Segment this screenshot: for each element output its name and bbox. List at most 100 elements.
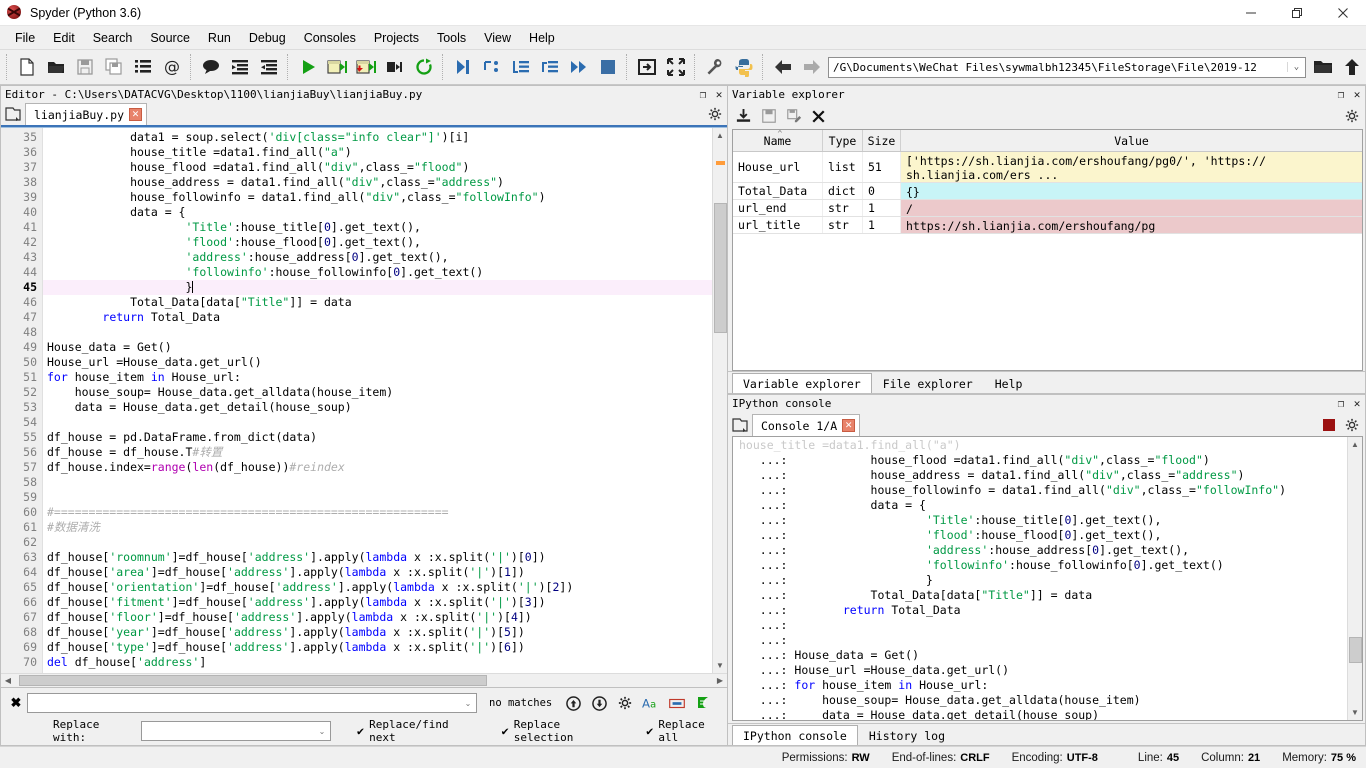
code-line[interactable]: Total_Data[data["Title"]] = data (43, 295, 712, 310)
menu-help[interactable]: Help (520, 27, 564, 49)
column-header-size[interactable]: Size (863, 130, 901, 151)
code-line[interactable] (43, 490, 712, 505)
editor-horizontal-scrollbar[interactable]: ◀ ▶ (1, 673, 727, 687)
open-file-icon[interactable] (41, 52, 70, 83)
unindent-icon[interactable] (225, 52, 254, 83)
save-all-icon[interactable] (99, 52, 128, 83)
find-options-gear-icon[interactable] (612, 693, 638, 713)
console-tab-1a[interactable]: Console 1/A ✕ (752, 414, 861, 436)
tab-help[interactable]: Help (984, 373, 1034, 393)
editor-hscroll-track[interactable] (15, 674, 713, 688)
console-vertical-scrollbar[interactable]: ▲ ▼ (1347, 437, 1362, 720)
menu-tools[interactable]: Tools (428, 27, 475, 49)
code-line[interactable]: House_url =House_data.get_url() (43, 355, 712, 370)
console-tab-close-icon[interactable]: ✕ (842, 419, 856, 432)
code-line[interactable]: data = House_data.get_detail(house_soup) (43, 400, 712, 415)
code-line[interactable]: df_house.index=range(len(df_house))#rein… (43, 460, 712, 475)
fullscreen-icon[interactable] (661, 52, 690, 83)
code-line[interactable]: 'address':house_address[0].get_text(), (43, 250, 712, 265)
code-line[interactable]: House_data = Get() (43, 340, 712, 355)
new-file-icon[interactable] (12, 52, 41, 83)
run-cell-advance-icon[interactable] (351, 52, 380, 83)
replace-all-button[interactable]: ✔ Replace all (646, 718, 727, 744)
maximize-icon[interactable] (1274, 0, 1320, 26)
column-header-type[interactable]: Type (823, 130, 863, 151)
forward-icon[interactable] (797, 52, 826, 83)
arrow-down-circle-icon[interactable] (586, 693, 612, 713)
code-line[interactable]: 'flood':house_flood[0].get_text(), (43, 235, 712, 250)
console-scroll-track[interactable] (1347, 452, 1362, 705)
replace-find-next-button[interactable]: ✔ Replace/find next (357, 718, 476, 744)
code-line[interactable]: house_flood =data1.find_all("div",class_… (43, 160, 712, 175)
menu-search[interactable]: Search (84, 27, 142, 49)
code-line[interactable]: df_house['roomnum']=df_house['address'].… (43, 550, 712, 565)
code-line[interactable]: data = { (43, 205, 712, 220)
variable-explorer-options-gear-icon[interactable] (1339, 104, 1365, 128)
code-line[interactable]: del df_house['address'] (43, 655, 712, 670)
tab-history-log[interactable]: History log (858, 725, 956, 745)
code-line[interactable]: } (43, 280, 712, 295)
code-line[interactable]: df_house['floor']=df_house['address'].ap… (43, 610, 712, 625)
chevron-down-icon[interactable]: ⌄ (1287, 62, 1305, 72)
console-browse-tabs-icon[interactable] (728, 414, 752, 436)
console-scroll-up-icon[interactable]: ▲ (1348, 437, 1363, 452)
replace-selection-button[interactable]: ✔ Replace selection (502, 718, 621, 744)
menu-view[interactable]: View (475, 27, 520, 49)
code-line[interactable]: df_house = df_house.T#转置 (43, 445, 712, 460)
menu-consoles[interactable]: Consoles (295, 27, 365, 49)
code-line[interactable]: 'followinfo':house_followinfo[0].get_tex… (43, 265, 712, 280)
code-line[interactable]: house_followinfo = data1.find_all("div",… (43, 190, 712, 205)
continue-icon[interactable] (564, 52, 593, 83)
indent-icon[interactable] (254, 52, 283, 83)
find-close-icon[interactable]: ✖ (5, 695, 27, 711)
editor-undock-icon[interactable]: ❐ (695, 88, 711, 101)
table-row[interactable]: url_end str 1/ (733, 200, 1362, 217)
find-history-chevron-down-icon[interactable]: ⌄ (460, 699, 476, 708)
pythonpath-icon[interactable] (729, 52, 758, 83)
column-header-value[interactable]: Value (901, 130, 1362, 151)
scroll-up-icon[interactable]: ▲ (713, 128, 728, 143)
menu-source[interactable]: Source (141, 27, 199, 49)
step-into-icon[interactable] (506, 52, 535, 83)
code-line[interactable] (43, 325, 712, 340)
save-file-icon[interactable] (70, 52, 99, 83)
code-line[interactable]: df_house['fitment']=df_house['address'].… (43, 595, 712, 610)
rerun-icon[interactable] (409, 52, 438, 83)
console-scroll-down-icon[interactable]: ▼ (1348, 705, 1363, 720)
replace-input[interactable]: ⌄ (140, 721, 331, 741)
menu-edit[interactable]: Edit (44, 27, 84, 49)
code-line[interactable] (43, 415, 712, 430)
case-sensitive-icon[interactable]: Aa (638, 693, 664, 713)
code-line[interactable] (43, 535, 712, 550)
regex-icon[interactable] (690, 693, 716, 713)
close-icon[interactable] (1320, 0, 1366, 26)
code-line[interactable]: df_house = pd.DataFrame.from_dict(data) (43, 430, 712, 445)
code-line[interactable]: house_soup= House_data.get_alldata(house… (43, 385, 712, 400)
tab-file-explorer[interactable]: File explorer (872, 373, 984, 393)
code-line[interactable]: data1 = soup.select('div[class="info cle… (43, 130, 712, 145)
working-directory-combo[interactable]: /G\Documents\WeChat Files\sywmalbh12345\… (828, 56, 1306, 78)
step-over-icon[interactable] (477, 52, 506, 83)
code-line[interactable]: #数据清洗 (43, 520, 712, 535)
replace-history-chevron-down-icon[interactable]: ⌄ (314, 727, 330, 736)
stop-debug-icon[interactable] (593, 52, 622, 83)
code-line[interactable]: #=======================================… (43, 505, 712, 520)
comment-icon[interactable] (196, 52, 225, 83)
menu-projects[interactable]: Projects (365, 27, 428, 49)
code-line[interactable]: house_title =data1.find_all("a") (43, 145, 712, 160)
menu-debug[interactable]: Debug (240, 27, 295, 49)
editor-close-icon[interactable]: ✕ (711, 88, 727, 101)
code-line[interactable]: df_house['orientation']=df_house['addres… (43, 580, 712, 595)
table-row[interactable]: url_title str 1 https://sh.lianjia.com/ersh… (733, 217, 1362, 234)
browse-tabs-icon[interactable] (1, 103, 25, 125)
run-cell-icon[interactable] (322, 52, 351, 83)
editor-scroll-track[interactable] (712, 143, 727, 658)
open-folder-icon[interactable] (1308, 52, 1337, 83)
code-line[interactable]: 'Title':house_title[0].get_text(), (43, 220, 712, 235)
variable-explorer-table[interactable]: ^ Name Type Size Value House_url list 51 ['… (732, 129, 1363, 371)
save-data-icon[interactable] (756, 104, 781, 128)
preferences-icon[interactable] (700, 52, 729, 83)
back-icon[interactable] (768, 52, 797, 83)
console-close-icon[interactable]: ✕ (1349, 397, 1365, 410)
tab-ipython-console[interactable]: IPython console (732, 725, 858, 745)
